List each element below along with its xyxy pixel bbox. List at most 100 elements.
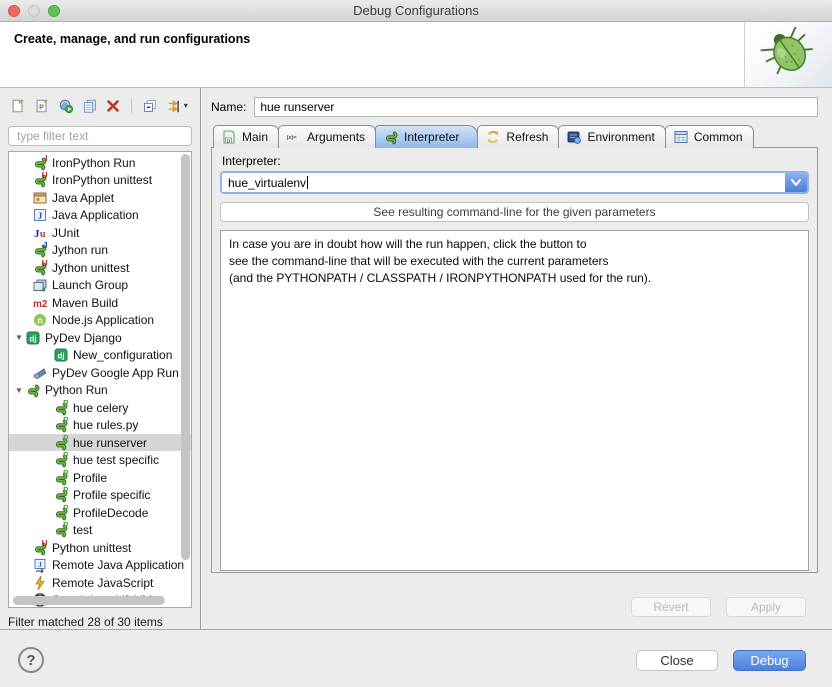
filter-configurations-button[interactable]: ▾ (162, 96, 192, 116)
tab-main[interactable]: pMain (213, 125, 279, 148)
tree-item-profile[interactable]: P Profile (9, 469, 191, 487)
python-icon: U (32, 540, 48, 556)
new-prototype-button[interactable]: P (32, 96, 53, 116)
filter-input[interactable] (8, 126, 192, 146)
tree-vertical-scrollbar[interactable] (181, 154, 190, 560)
tab-args-icon: (x)= (286, 129, 302, 145)
new-configuration-button[interactable] (8, 96, 29, 116)
tree-item-pydev-google-app-run[interactable]: PyDev Google App Run (9, 364, 191, 382)
debug-button[interactable]: Debug (733, 650, 806, 671)
gae-icon (32, 365, 48, 381)
tab-bar: pMain(x)=Arguments Interpreter RefreshEnvi… (211, 125, 818, 148)
python-icon: J (32, 242, 48, 258)
expander-triangle-icon[interactable]: ▼ (13, 386, 25, 395)
tree-item-profile-specific[interactable]: PProfile specific (9, 486, 191, 504)
tree-item-java-applet[interactable]: Java Applet (9, 189, 191, 207)
tree-item-remote-java-application[interactable]: J Remote Java Application (9, 556, 191, 574)
name-row: Name: (211, 97, 818, 117)
dropdown-caret-icon: ▾ (184, 101, 188, 110)
tree-horizontal-scrollbar[interactable] (13, 596, 165, 605)
interpreter-combo[interactable]: hue_virtualenv (220, 171, 809, 194)
tree-item-test[interactable]: Ptest (9, 521, 191, 539)
maven-icon: m2 (32, 295, 48, 311)
tree-item-label: Jython run (52, 243, 108, 257)
tree-item-remote-javascript[interactable]: Remote JavaScript (9, 574, 191, 592)
launch-group-icon (32, 277, 48, 293)
svg-text:dj: dj (29, 334, 36, 343)
help-button[interactable]: ? (18, 647, 44, 673)
tree-item-node-js-application[interactable]: nNode.js Application (9, 311, 191, 329)
tab-common[interactable]: Common (665, 125, 754, 148)
duplicate-configuration-button[interactable] (79, 96, 100, 116)
tree-item-label: Remote Java Application (52, 558, 184, 572)
tree-item-maven-build[interactable]: m2Maven Build (9, 294, 191, 312)
svg-text:U: U (42, 540, 48, 548)
export-configurations-button[interactable] (55, 96, 76, 116)
filter-status: Filter matched 28 of 30 items (8, 615, 192, 629)
tree-item-label: New_configuration (73, 348, 172, 362)
svg-text:U: U (42, 172, 48, 180)
svg-text:J: J (43, 242, 47, 250)
svg-text:J: J (38, 211, 43, 221)
tab-common-icon (673, 129, 689, 145)
zoom-window-icon[interactable] (48, 5, 60, 17)
svg-text:P: P (63, 470, 69, 478)
delete-configuration-button[interactable] (103, 96, 124, 116)
chevron-down-icon[interactable] (785, 173, 807, 192)
tree-item-hue-runserver[interactable]: Phue runserver (9, 434, 191, 452)
tree-item-pydev-django[interactable]: ▼djPyDev Django (9, 329, 191, 347)
svg-text:P: P (63, 522, 69, 530)
configurations-panel: P ▾ IIronPython RunUIronPython unittestJa… (0, 88, 200, 629)
svg-text:P: P (63, 452, 69, 460)
tree-item-java-application[interactable]: JJava Application (9, 206, 191, 224)
tree-item-launch-group[interactable]: Launch Group (9, 276, 191, 294)
python-icon (25, 382, 41, 398)
revert-button[interactable]: Revert (631, 597, 711, 617)
dialog-footer: ? Close Debug (0, 630, 832, 687)
tree-item-python-run[interactable]: ▼Python Run (9, 381, 191, 399)
python-icon: P (53, 470, 69, 486)
tree-item-jython-unittest[interactable]: UJython unittest (9, 259, 191, 277)
expander-triangle-icon[interactable]: ▼ (13, 333, 25, 342)
tab-interpreter[interactable]: Interpreter (375, 125, 478, 148)
tab-label: Interpreter (404, 130, 459, 144)
tab-env-icon (566, 129, 582, 145)
close-window-icon[interactable] (8, 5, 20, 17)
tree-item-jython-run[interactable]: J Jython run (9, 241, 191, 259)
tree-item-profiledecode[interactable]: PProfileDecode (9, 504, 191, 522)
tree-item-label: Profile (73, 471, 107, 485)
tab-main-icon: p (221, 129, 237, 145)
svg-text:P: P (39, 103, 44, 111)
tree-item-python-unittest[interactable]: UPython unittest (9, 539, 191, 557)
tree-item-hue-celery[interactable]: Phue celery (9, 399, 191, 417)
collapse-all-button[interactable] (139, 96, 160, 116)
collapse-all-icon (141, 98, 157, 114)
python-icon: U (32, 172, 48, 188)
tab-environment[interactable]: Environment (558, 125, 665, 148)
banner-image (744, 22, 832, 87)
svg-text:I: I (45, 155, 47, 163)
interpreter-tab-content: Interpreter: hue_virtualenv See resultin… (211, 147, 818, 573)
tab-arguments[interactable]: (x)=Arguments (278, 125, 376, 148)
duplicate-icon (82, 98, 98, 114)
tree-item-hue-rules-py[interactable]: Phue rules.py (9, 416, 191, 434)
apply-button[interactable]: Apply (726, 597, 806, 617)
tree-item-label: Jython unittest (52, 261, 129, 275)
remote-java-icon: J (32, 557, 48, 573)
run-info-line: see the command-line that will be execut… (229, 253, 800, 270)
dialog-body: P ▾ IIronPython RunUIronPython unittestJa… (0, 88, 832, 630)
close-button[interactable]: Close (636, 650, 718, 671)
traffic-lights (8, 5, 60, 17)
tree-item-ironpython-unittest[interactable]: UIronPython unittest (9, 171, 191, 189)
tab-refresh[interactable]: Refresh (477, 125, 559, 148)
see-command-line-button[interactable]: See resulting command-line for the given… (220, 202, 809, 222)
name-input[interactable] (254, 97, 818, 117)
tree-item-ironpython-run[interactable]: IIronPython Run (9, 154, 191, 172)
tree-item-label: test (73, 523, 92, 537)
title-bar: Debug Configurations (0, 0, 832, 22)
tree-item-hue-test-specific[interactable]: Phue test specific (9, 451, 191, 469)
tree-item-label: ProfileDecode (73, 506, 148, 520)
tree-item-label: JUnit (52, 226, 79, 240)
tree-item-new-configuration[interactable]: djNew_configuration (9, 346, 191, 364)
tree-item-junit[interactable]: JuJUnit (9, 224, 191, 242)
